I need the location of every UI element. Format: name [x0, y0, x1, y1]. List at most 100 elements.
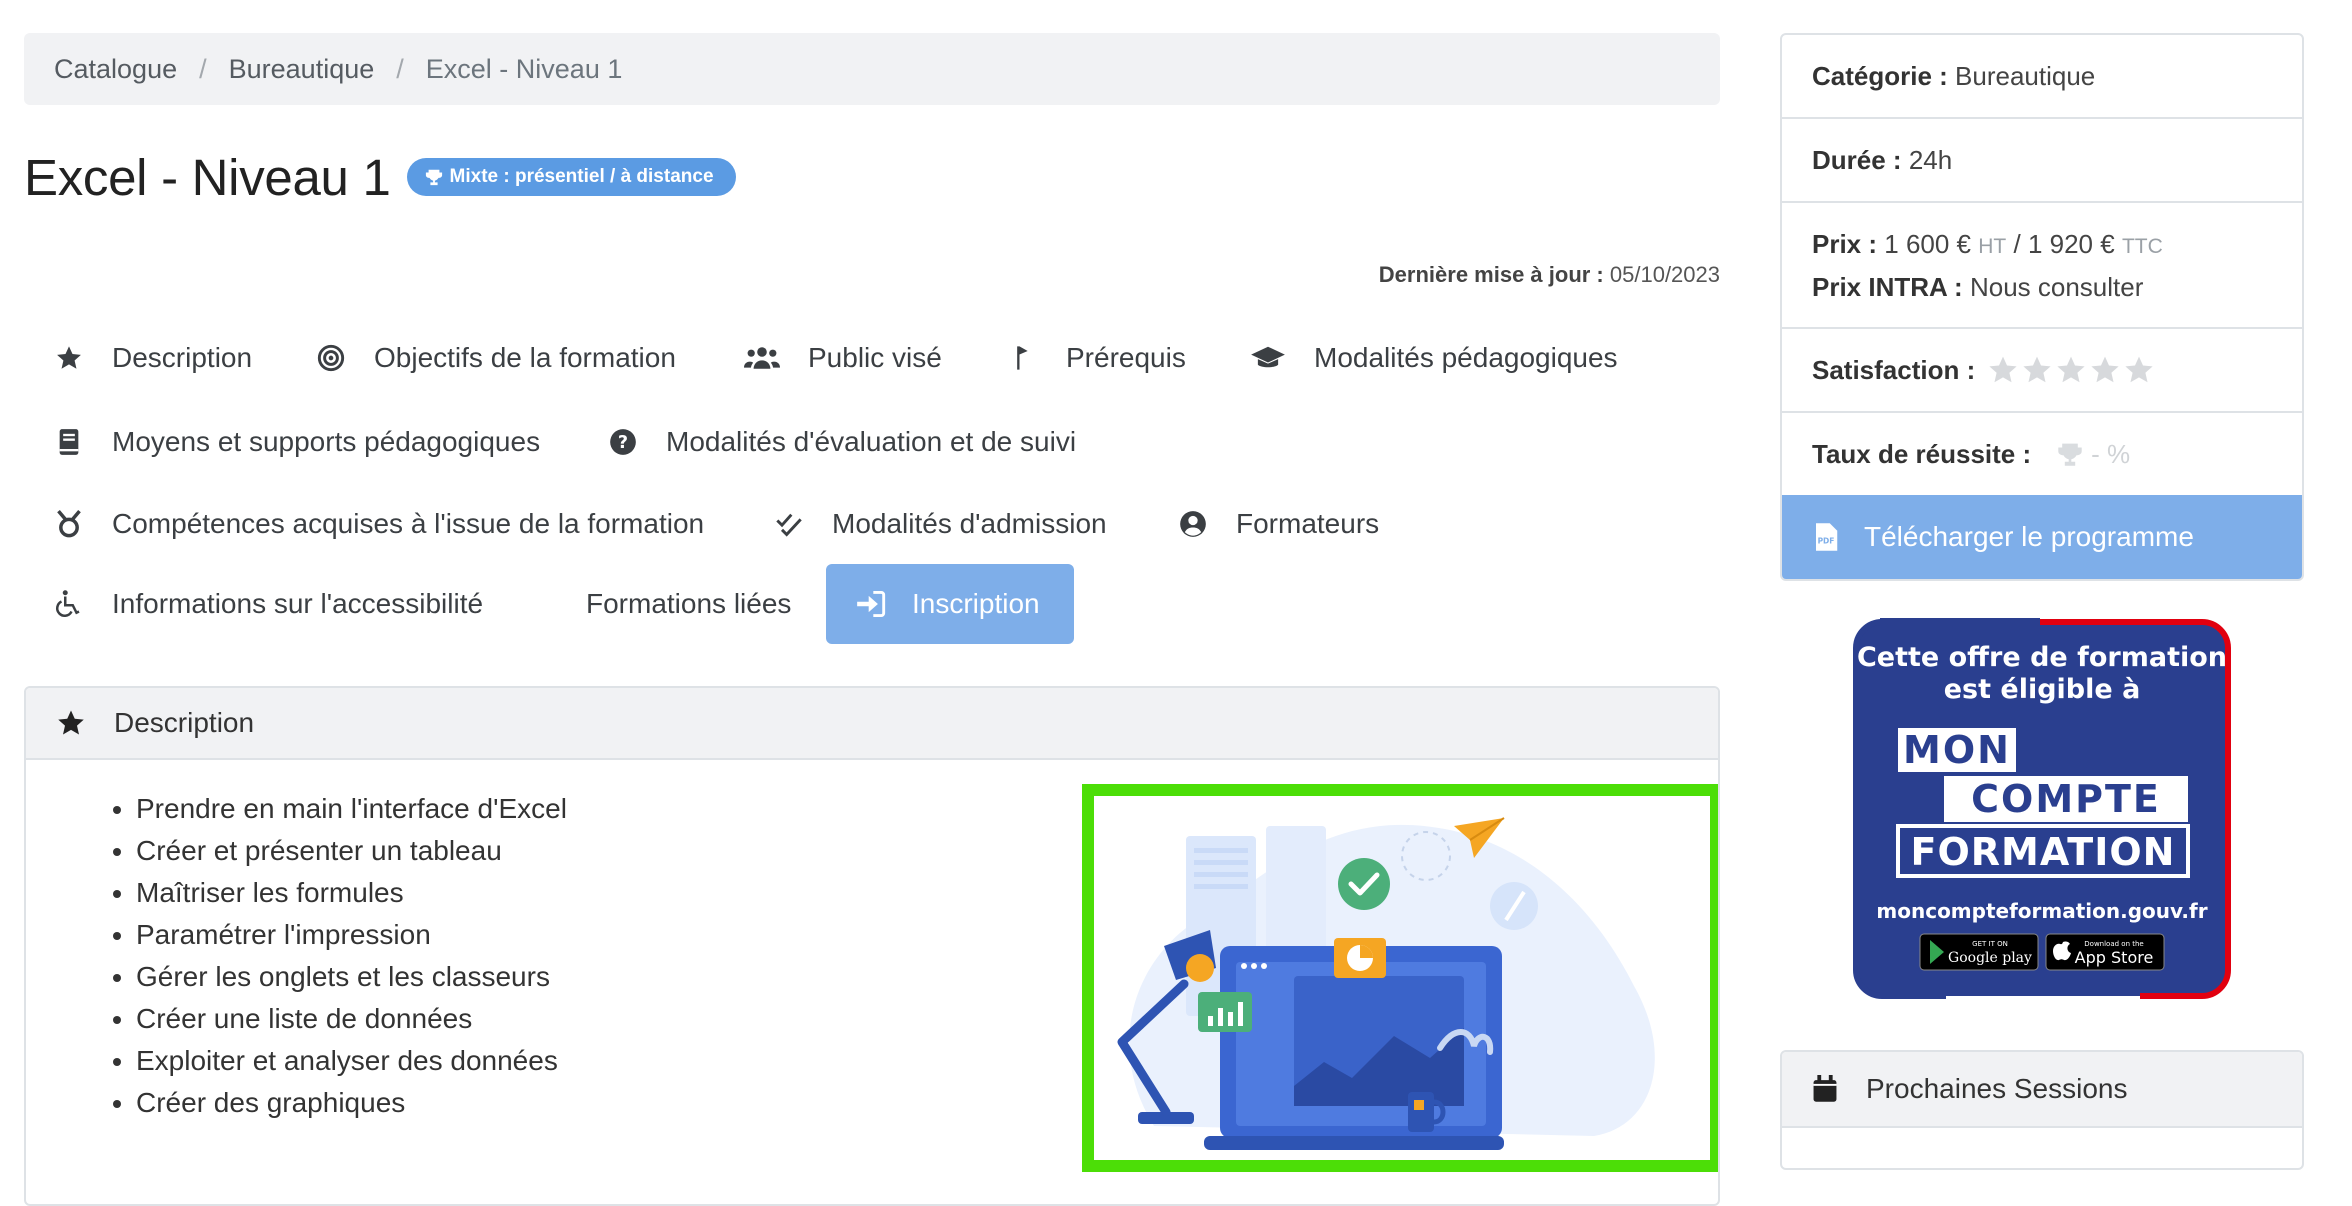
illustration-frame [1082, 784, 1718, 1172]
tab-moyens-supports[interactable]: Moyens et supports pédagogiques [54, 402, 540, 482]
course-info-box: Catégorie : Bureautique Durée : 24h Prix… [1780, 33, 2304, 581]
medal-icon [54, 509, 84, 539]
breadcrumb-bureautique[interactable]: Bureautique [229, 54, 375, 85]
app-store-text: App Store [2075, 948, 2154, 967]
tab-objectifs[interactable]: Objectifs de la formation [316, 318, 676, 398]
rating-star-icon [2091, 356, 2119, 383]
graduation-cap-icon [1250, 343, 1286, 373]
category-label: Catégorie : [1812, 60, 1948, 91]
duration-row: Durée : 24h [1782, 119, 2302, 203]
tab-description[interactable]: Description [54, 318, 252, 398]
google-play-badge[interactable]: GET IT ON Google play [1919, 933, 2039, 971]
flag-icon [1008, 343, 1038, 373]
rating-star-icon [2057, 356, 2085, 383]
duration-value: 24h [1908, 144, 1953, 175]
category-value: Bureautique [1955, 60, 2096, 91]
double-check-icon [774, 509, 804, 539]
breadcrumb-separator: / [396, 53, 404, 84]
tab-label: Prérequis [1066, 342, 1186, 373]
question-circle-icon: ? [608, 427, 638, 457]
rating-star-icon [2125, 356, 2153, 383]
google-play-text: Google play [1948, 950, 2032, 966]
breadcrumb: Catalogue / Bureautique / Excel - Niveau… [24, 33, 1720, 105]
success-rate-label: Taux de réussite : [1812, 438, 2032, 469]
cpf-website: moncompteformation.gouv.fr [1876, 899, 2207, 923]
list-item: Prendre en main l'interface d'Excel [136, 788, 567, 830]
app-store-badge[interactable]: Download on the App Store [2045, 933, 2165, 971]
title-row: Excel - Niveau 1 Mixte : présentiel / à … [24, 142, 736, 212]
office-illustration [1117, 817, 1655, 1150]
tab-label: Modalités d'évaluation et de suivi [666, 426, 1077, 457]
wheelchair-icon [54, 589, 84, 619]
tab-label: Modalités pédagogiques [1314, 342, 1618, 373]
price-label: Prix : [1812, 228, 1878, 259]
last-updated: Dernière mise à jour : 05/10/2023 [1379, 262, 1720, 288]
list-item: Créer et présenter un tableau [136, 830, 567, 872]
rating-star-icon [2023, 356, 2051, 383]
download-program-button[interactable]: PDF Télécharger le programme [1782, 495, 2302, 579]
price-ttc-value: 1 920 € [2027, 228, 2115, 259]
success-rate-value: - % [2091, 438, 2131, 469]
book-icon [54, 427, 84, 457]
target-icon [316, 343, 346, 373]
category-row: Catégorie : Bureautique [1782, 35, 2302, 119]
tab-label: Formations liées [586, 588, 792, 619]
satisfaction-stars [1987, 354, 2155, 386]
list-item: Créer des graphiques [136, 1082, 567, 1124]
cpf-compte: COMPTE [1971, 777, 2161, 821]
breadcrumb-current: Excel - Niveau 1 [425, 53, 623, 84]
tab-modalites-pedagogiques[interactable]: Modalités pédagogiques [1250, 318, 1618, 398]
next-sessions-header: Prochaines Sessions [1782, 1052, 2302, 1128]
description-list: Prendre en main l'interface d'Excel Crée… [92, 788, 567, 1124]
price-separator: / [2013, 228, 2021, 259]
intra-price-value: Nous consulter [1969, 271, 2144, 302]
intra-price-label: Prix INTRA : [1812, 271, 1963, 302]
tab-label: Objectifs de la formation [374, 342, 676, 373]
tab-label: Compétences acquises à l'issue de la for… [112, 508, 705, 539]
success-rate-row: Taux de réussite : - % [1782, 413, 2302, 495]
breadcrumb-separator: / [199, 53, 207, 84]
sign-in-icon [856, 589, 886, 619]
download-program-label: Télécharger le programme [1864, 521, 2194, 552]
tab-public-vise[interactable]: Public visé [744, 318, 942, 398]
tab-label: Formateurs [1236, 508, 1380, 539]
star-icon [58, 710, 84, 735]
svg-text:PDF: PDF [1818, 536, 1835, 545]
breadcrumb-catalogue[interactable]: Catalogue [54, 54, 177, 85]
tab-label: Public visé [808, 342, 942, 373]
list-item: Créer une liste de données [136, 998, 567, 1040]
user-circle-icon [1178, 509, 1208, 539]
tab-label: Description [112, 342, 253, 373]
list-item: Maîtriser les formules [136, 872, 567, 914]
last-updated-value: 05/10/2023 [1609, 262, 1720, 287]
tab-formations-liees[interactable]: Formations liées [586, 564, 791, 644]
description-heading: Description [114, 707, 255, 738]
star-icon [54, 343, 84, 373]
users-icon [744, 343, 780, 373]
tab-prerequis[interactable]: Prérequis [1008, 318, 1186, 398]
tab-formateurs[interactable]: Formateurs [1178, 484, 1379, 564]
trophy-icon [425, 169, 442, 186]
tab-inscription[interactable]: Inscription [826, 564, 1074, 644]
cpf-line2: est éligible à [1944, 674, 2141, 705]
tab-accessibilite[interactable]: Informations sur l'accessibilité [54, 564, 483, 644]
price-ttc-suffix: TTC [2121, 234, 2163, 258]
next-sessions-heading: Prochaines Sessions [1866, 1073, 2128, 1104]
cpf-mon: MON [1903, 728, 2011, 772]
tab-modalites-evaluation[interactable]: ? Modalités d'évaluation et de suivi [608, 402, 1076, 482]
tab-label: Moyens et supports pédagogiques [112, 426, 541, 457]
tab-competences[interactable]: Compétences acquises à l'issue de la for… [54, 484, 704, 564]
svg-text:?: ? [618, 433, 628, 453]
mode-badge: Mixte : présentiel / à distance [406, 158, 736, 196]
satisfaction-row: Satisfaction : [1782, 329, 2302, 413]
mode-badge-text: Mixte : présentiel / à distance [449, 166, 714, 187]
next-sessions-panel: Prochaines Sessions [1780, 1050, 2304, 1170]
page: Catalogue / Bureautique / Excel - Niveau… [0, 0, 2352, 1206]
google-play-small: GET IT ON [1972, 940, 2008, 948]
rating-star-icon [1989, 356, 2017, 383]
price-ht-suffix: HT [1978, 234, 2007, 258]
mon-compte-formation-badge[interactable]: Cette offre de formation est éligible à … [1850, 616, 2234, 1002]
last-updated-label: Dernière mise à jour : [1378, 262, 1604, 287]
tab-modalites-admission[interactable]: Modalités d'admission [774, 484, 1107, 564]
calendar-icon [1813, 1075, 1837, 1102]
